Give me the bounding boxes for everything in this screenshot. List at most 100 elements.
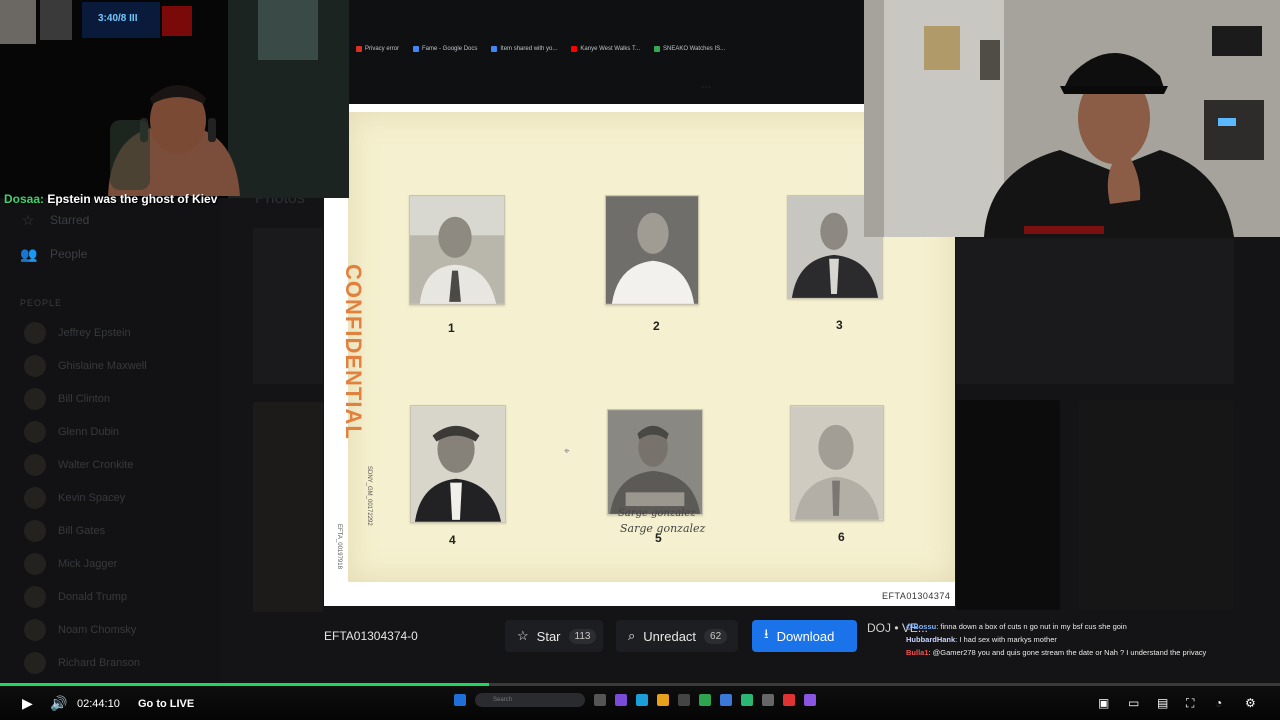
person-name: Donald Trump [58, 591, 128, 603]
avatar [24, 586, 46, 608]
star-label: Star [536, 628, 561, 644]
sidebar-person[interactable]: Donald Trump [24, 586, 127, 608]
chat-username[interactable]: HubbardHank [906, 635, 955, 644]
bookmark-favicon-icon [413, 46, 420, 52]
bookmark-item[interactable]: Fame - Google Docs [413, 46, 477, 52]
volume-icon[interactable]: 🔊 [50, 695, 67, 711]
sidebar-item-label: Starred [50, 213, 90, 227]
chrome-icon[interactable] [699, 694, 711, 706]
app-icon[interactable] [741, 694, 753, 706]
photo-5 [607, 409, 703, 515]
chat-username[interactable]: Bulla1 [906, 648, 929, 657]
sidebar-person[interactable]: Bill Gates [24, 520, 105, 542]
sidebar-person[interactable]: Walter Cronkite [24, 454, 133, 476]
photo-card[interactable] [956, 238, 1234, 384]
side-code: SDNY_GM_00172292 [366, 466, 372, 526]
bookmark-item[interactable]: Privacy error [356, 46, 399, 52]
streamer-webcam-left: 3:40/8 III [0, 0, 349, 198]
photo-number: 5 [655, 531, 662, 545]
start-icon[interactable] [454, 694, 466, 706]
star-button[interactable]: ☆ Star 113 [505, 620, 603, 652]
avatar [24, 322, 46, 344]
photo-number: 4 [449, 533, 456, 547]
person-name: Mick Jagger [58, 558, 118, 570]
avatar [24, 421, 46, 443]
sidebar-section-title: PEOPLE [20, 298, 63, 308]
overlay-username: Dosaa: [4, 192, 45, 206]
app-icon[interactable] [762, 694, 774, 706]
bookmark-item[interactable]: Item shared with yo... [491, 46, 557, 52]
avatar [24, 619, 46, 641]
unredact-button[interactable]: ⌕ Unredact 62 [616, 620, 738, 652]
sidebar-person[interactable]: Richard Branson [24, 652, 140, 674]
bookmark-favicon-icon [356, 46, 362, 52]
sidebar-item-people[interactable]: 👥 People [20, 246, 87, 262]
person-name: Bill Clinton [58, 393, 110, 405]
avatar [24, 487, 46, 509]
stream-overlay-message: Dosaa: Epstein was the ghost of Kiev [4, 192, 217, 206]
photo-card[interactable] [956, 400, 1060, 610]
bookmark-label: SNEAKO Watches IS... [662, 46, 726, 52]
go-to-live-button[interactable]: Go to LIVE [138, 698, 194, 710]
chat-message: @Bossu: finna down a box of cuts n go nu… [906, 622, 1127, 631]
photo-number: 1 [448, 321, 455, 335]
photo-6 [790, 405, 884, 521]
settings-icon[interactable]: ⚙ [1245, 695, 1256, 711]
bookmark-label: Item shared with yo... [500, 46, 558, 52]
photo-4 [410, 405, 506, 523]
bookmark-favicon-icon [571, 46, 578, 52]
bookmark-item[interactable]: Kanye West Walks T... [571, 46, 640, 52]
chat-message: Bulla1: @Gamer278 you and quis gone stre… [906, 648, 1206, 657]
app-icon[interactable] [804, 694, 816, 706]
mouse-cursor-icon: ⌖ [564, 446, 570, 457]
handwritten-name: Sarge gonzalez [620, 522, 706, 535]
sidebar-item-label: People [50, 247, 88, 261]
taskbar-search[interactable]: Search [475, 693, 585, 707]
avatar [24, 355, 46, 377]
person-name: Noam Chomsky [58, 624, 137, 636]
person-name: Kevin Spacey [58, 492, 126, 504]
photo-card[interactable] [253, 402, 323, 612]
unredact-label: Unredact [643, 628, 697, 644]
photo-card[interactable] [1078, 400, 1234, 610]
avatar [24, 553, 46, 575]
sidebar-person[interactable]: Bill Clinton [24, 388, 110, 410]
sidebar-person[interactable]: Mick Jagger [24, 553, 117, 575]
bookmark-item[interactable]: SNEAKO Watches IS... [653, 46, 726, 52]
play-icon[interactable]: ▶ [22, 695, 33, 711]
player-controls: ▶ 🔊 02:44:10 Go to LIVE Search ▣ ▭ ▤ ⛶ ◔… [0, 686, 1280, 720]
tab-ghost: ⋯ [701, 82, 711, 93]
bookmarks-bar: Privacy error Fame - Google Docs Item shar… [356, 42, 864, 56]
clip-icon[interactable]: ▣ [1098, 695, 1109, 711]
pip-icon[interactable]: ▤ [1157, 695, 1168, 711]
sidebar-person[interactable]: Kevin Spacey [24, 487, 125, 509]
chat-username[interactable]: @Bossu [906, 622, 936, 631]
theatre-icon[interactable]: ▭ [1128, 695, 1139, 711]
folder-icon[interactable] [657, 694, 669, 706]
photo-number: 2 [653, 319, 660, 333]
sidebar-person[interactable]: Ghislaine Maxwell [24, 355, 147, 377]
photo-2 [605, 195, 699, 305]
sidebar-person[interactable]: Glenn Dubin [24, 421, 119, 443]
task-view-icon[interactable] [594, 694, 606, 706]
avatar [24, 454, 46, 476]
fullscreen-icon[interactable]: ⛶ [1186, 695, 1194, 711]
search-icon: ⌕ [628, 628, 636, 643]
chat-message: HubbardHank: I had sex with markys mothe… [906, 635, 1057, 644]
avatar [24, 652, 46, 674]
app-icon[interactable] [720, 694, 732, 706]
confidential-stamp: CONFIDENTIAL [341, 264, 366, 440]
sidebar-person[interactable]: Noam Chomsky [24, 619, 136, 641]
app-icon[interactable] [783, 694, 795, 706]
app-icon[interactable] [678, 694, 690, 706]
unredact-count: 62 [704, 628, 728, 644]
download-icon: ⭳ [764, 626, 769, 641]
download-button[interactable]: ⭳ Download [752, 620, 857, 652]
photo-card[interactable] [253, 228, 323, 384]
speed-icon[interactable]: ◔ [1215, 695, 1222, 711]
sidebar-item-starred[interactable]: ☆ Starred [20, 212, 90, 228]
document-id: EFTA01304374-0 [324, 629, 418, 643]
sidebar-person[interactable]: Jeffrey Epstein [24, 322, 131, 344]
app-icon[interactable] [615, 694, 627, 706]
edge-icon[interactable] [636, 694, 648, 706]
